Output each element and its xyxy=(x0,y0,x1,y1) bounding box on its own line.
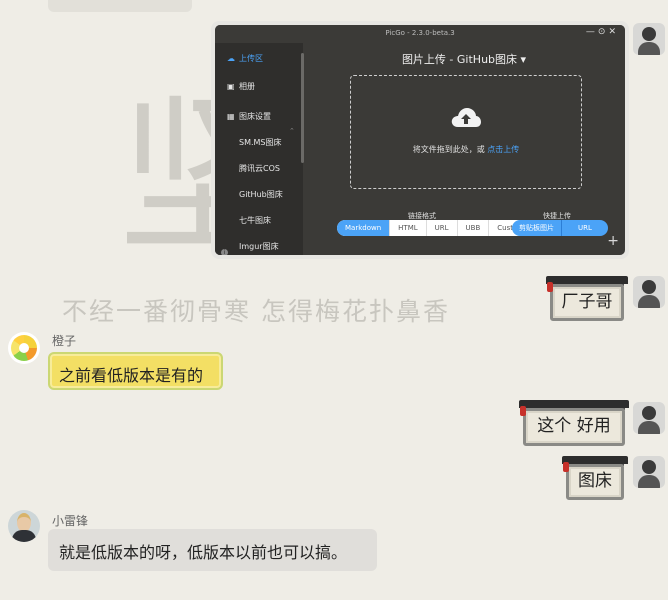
red-tag-icon xyxy=(547,282,553,292)
picgo-window-title: PicGo - 2.3.0-beta.3 xyxy=(385,29,455,37)
avatar[interactable] xyxy=(633,23,665,55)
red-tag-icon xyxy=(520,406,526,416)
sign-roof xyxy=(546,276,628,286)
message-bubble[interactable]: 这个 好用 xyxy=(519,400,629,446)
sidebar-host-item: GitHub图床 xyxy=(239,190,283,199)
picgo-main: 图片上传 - GitHub图床 ▾ 将文件拖到此处，或 点击上传 链接格式 Ma… xyxy=(303,43,625,255)
red-tag-icon xyxy=(563,462,569,472)
sidebar-host-item: SM.MS图床 xyxy=(239,138,282,147)
window-controls-icon: —⊙✕ xyxy=(585,27,619,37)
sidebar-host-item: Imgur图床 xyxy=(239,242,279,251)
chevron-up-icon: ⌃ xyxy=(289,127,295,135)
message-text: 之前看低版本是有的 xyxy=(59,366,204,385)
sender-name: 小雷锋 xyxy=(52,514,89,528)
plus-icon: + xyxy=(607,233,619,249)
avatar[interactable] xyxy=(633,402,665,434)
picture-icon: ▣ xyxy=(227,82,235,91)
message-bubble[interactable]: 之前看低版本是有的 xyxy=(48,352,223,390)
message-text: 厂子哥 xyxy=(550,284,624,321)
format-option: UBB xyxy=(458,220,490,236)
sender-name: 橙子 xyxy=(52,334,77,348)
info-icon: i xyxy=(221,249,228,255)
dropzone-text: 将文件拖到此处，或 点击上传 xyxy=(412,145,520,154)
message-bubble[interactable]: 厂子哥 xyxy=(546,276,628,321)
sign-roof xyxy=(519,400,629,410)
avatar[interactable] xyxy=(633,276,665,308)
sign-roof xyxy=(562,456,628,466)
quick-upload-buttons: 剪贴板图片 URL xyxy=(512,220,608,236)
background-quote: 不经一番彻骨寒 怎得梅花扑鼻香 xyxy=(62,297,450,326)
previous-message-bubble[interactable] xyxy=(48,0,192,12)
sidebar-item-album: ▣ 相册 xyxy=(227,82,255,91)
sidebar-item-upload: ☁ 上传区 xyxy=(227,54,263,63)
sidebar-host-item: 七牛图床 xyxy=(239,216,271,225)
sidebar-host-item: 腾讯云COS xyxy=(239,164,280,173)
sidebar-item-settings: ▦ 图床设置 xyxy=(227,112,271,121)
quick-upload-option: URL xyxy=(562,220,608,236)
click-upload-link: 点击上传 xyxy=(487,145,520,154)
quick-upload-option: 剪贴板图片 xyxy=(512,220,562,236)
message-text: 图床 xyxy=(566,464,624,500)
grid-icon: ▦ xyxy=(227,112,235,121)
message-bubble[interactable]: 就是低版本的呀，低版本以前也可以搞。 xyxy=(48,529,377,571)
upload-dropzone: 将文件拖到此处，或 点击上传 xyxy=(350,75,582,189)
upload-heading: 图片上传 - GitHub图床 ▾ xyxy=(401,53,527,66)
picgo-titlebar: PicGo - 2.3.0-beta.3 —⊙✕ xyxy=(215,25,625,43)
format-option: Markdown xyxy=(337,220,391,236)
image-message[interactable]: PicGo - 2.3.0-beta.3 —⊙✕ ☁ 上传区 ▣ 相册 ▦ 图床设置 … xyxy=(211,21,629,259)
avatar[interactable] xyxy=(633,456,665,488)
avatar[interactable] xyxy=(8,510,40,542)
cloud-upload-icon xyxy=(451,108,481,127)
message-text: 就是低版本的呀，低版本以前也可以搞。 xyxy=(59,543,348,562)
avatar[interactable] xyxy=(8,332,40,364)
message-text: 这个 好用 xyxy=(523,408,625,446)
format-option: HTML xyxy=(390,220,427,236)
picgo-window-screenshot: PicGo - 2.3.0-beta.3 —⊙✕ ☁ 上传区 ▣ 相册 ▦ 图床设置 … xyxy=(215,25,625,255)
message-bubble[interactable]: 图床 xyxy=(562,456,628,500)
picgo-sidebar: ☁ 上传区 ▣ 相册 ▦ 图床设置 ⌃ SM.MS图床 腾讯云COS GitHub图床… xyxy=(215,43,304,255)
format-option: URL xyxy=(427,220,458,236)
cloud-upload-icon: ☁ xyxy=(227,54,235,63)
link-format-selector: Markdown HTML URL UBB Custom xyxy=(337,220,533,236)
